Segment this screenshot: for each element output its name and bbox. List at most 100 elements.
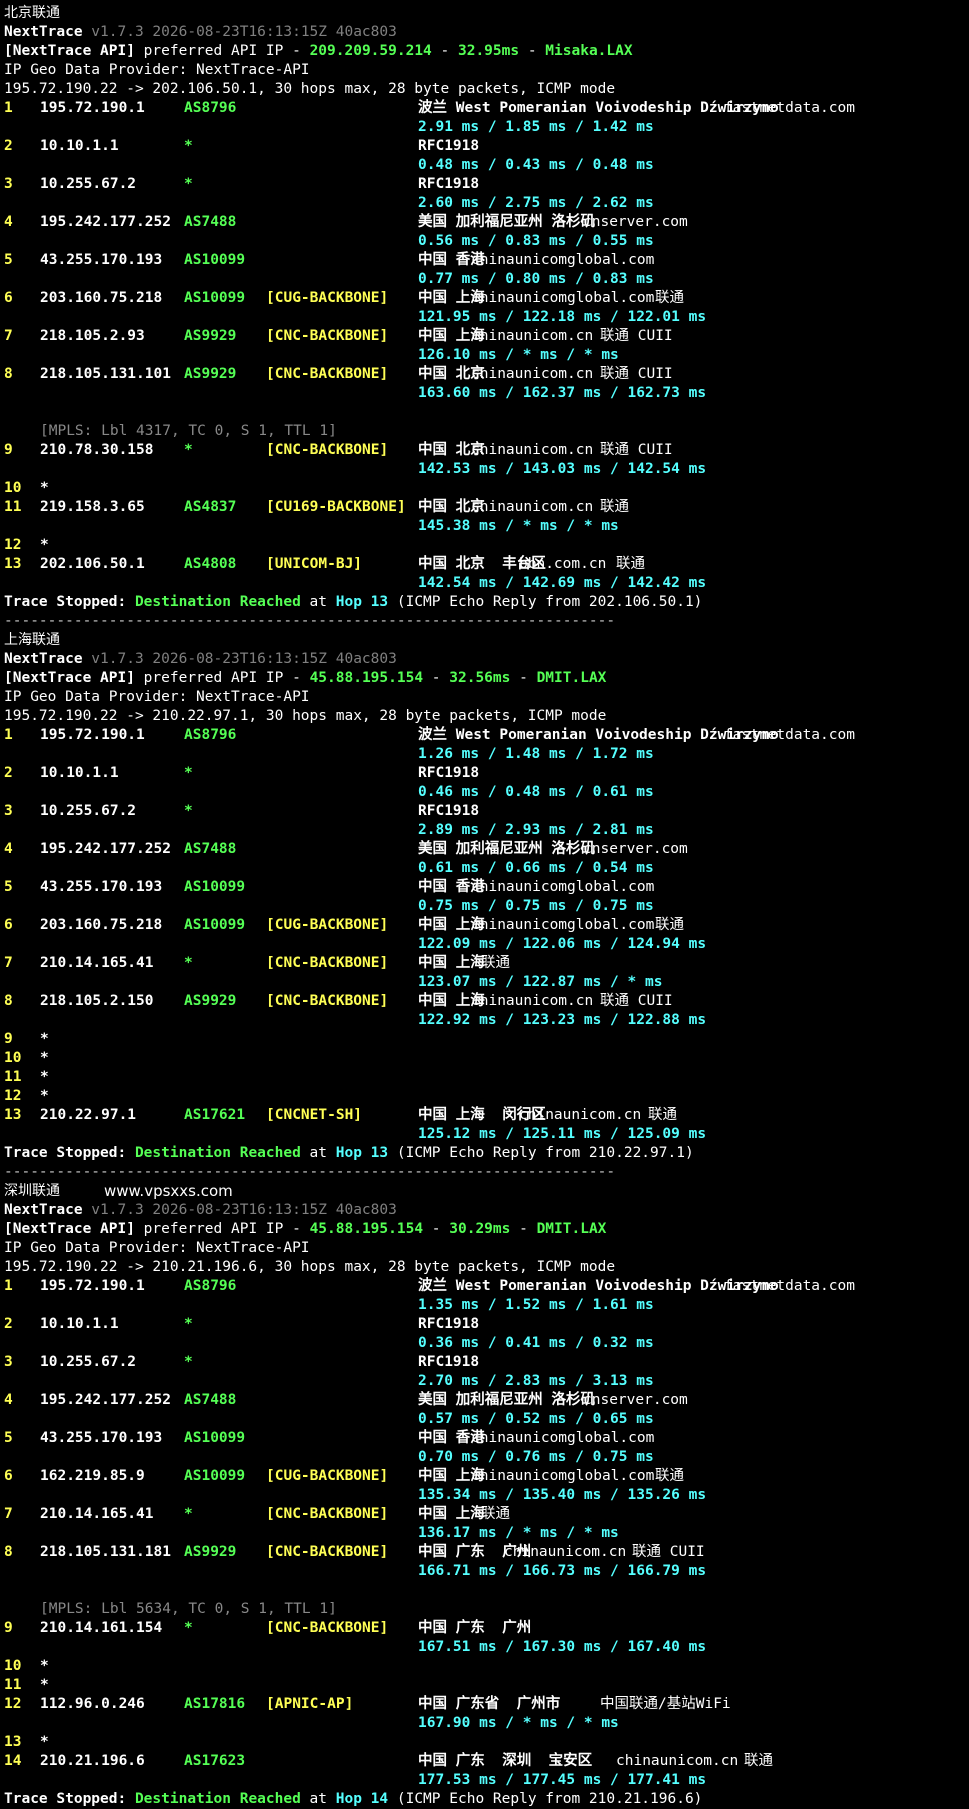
hop-isp: 联通 CUII: [632, 1544, 705, 1560]
hop-domain: chinaunicomglobal.com: [471, 917, 655, 933]
hop-row: 6 203.160.75.218 AS10099 [CUG-BACKBONE] 中国 上…: [4, 916, 969, 935]
hop-rtt: 163.60 ms / 162.37 ms / 162.73 ms: [418, 385, 707, 401]
hop-rtt: 166.71 ms / 166.73 ms / 166.79 ms: [418, 1563, 707, 1579]
hop-domain: cnserver.com: [583, 1392, 688, 1408]
hop-ip: 43.255.170.193: [40, 252, 163, 268]
hop-asn: AS4837: [184, 499, 237, 515]
hop-timeout: *: [40, 1677, 49, 1693]
hop-ip: 195.72.190.1: [40, 727, 145, 743]
hop-row: 11 219.158.3.65 AS4837 [CU169-BACKBONE] 中国 北…: [4, 498, 969, 517]
hop-asn: *: [184, 955, 193, 971]
hop-domain: chinaunicomglobal.com: [471, 252, 655, 268]
hop-row: 4 195.242.177.252 AS7488 美国 加利福尼亚州 洛杉矶 cnser…: [4, 213, 969, 232]
hop-row: 5 43.255.170.193 AS10099 中国 香港 chinaunicomgl…: [4, 878, 969, 897]
hop-domain: chinaunicom.cn: [471, 499, 594, 515]
stop-prefix: Trace Stopped:: [4, 1791, 135, 1807]
hop-geo: 中国 广东省 广州市: [418, 1696, 561, 1712]
api-prefix: [NextTrace API]: [4, 1221, 135, 1237]
hop-asn: AS8796: [184, 100, 237, 116]
hop-row: 1 195.72.190.1 AS8796 波兰 West Pomeranian Vo…: [4, 726, 969, 745]
hop-ttl: 8: [4, 366, 13, 382]
hop-ip: 203.160.75.218: [40, 917, 163, 933]
hop-ttl: 3: [4, 1354, 13, 1370]
hop-row-timeout: 10 *: [4, 1657, 969, 1676]
hop-asn: AS10099: [184, 252, 246, 268]
hop-asn: AS10099: [184, 917, 246, 933]
version-line: NextTrace v1.7.3 2026-08-23T16:13:15Z 40…: [4, 23, 969, 42]
hop-rtt: 0.77 ms / 0.80 ms / 0.83 ms: [418, 271, 654, 287]
hop-ip: 195.242.177.252: [40, 1392, 171, 1408]
api-node: DMIT.LAX: [536, 670, 607, 686]
hop-ttl: 2: [4, 138, 13, 154]
hop-row-timeout: 13 *: [4, 1733, 969, 1752]
hop-ttl: 12: [4, 537, 22, 553]
hop-rtt: 2.60 ms / 2.75 ms / 2.62 ms: [418, 195, 654, 211]
hop-backbone: [CNC-BACKBONE]: [266, 366, 389, 382]
hop-backbone: [CNC-BACKBONE]: [266, 328, 389, 344]
hop-domain: chinaunicomglobal.com: [471, 879, 655, 895]
spacer-row: [4, 1581, 969, 1600]
hop-asn: AS10099: [184, 879, 246, 895]
hop-ip: 210.14.165.41: [40, 955, 154, 971]
hop-rtt: 122.09 ms / 122.06 ms / 124.94 ms: [418, 936, 707, 952]
hop-timeout: *: [40, 1031, 49, 1047]
hop-rtt-row: 142.54 ms / 142.69 ms / 142.42 ms: [4, 574, 969, 593]
geo-provider-line: IP Geo Data Provider: NextTrace-API: [4, 688, 969, 707]
hop-ip: 112.96.0.246: [40, 1696, 145, 1712]
hop-ttl: 9: [4, 1031, 13, 1047]
geo-provider-line: IP Geo Data Provider: NextTrace-API: [4, 61, 969, 80]
hop-isp: 联通 CUII: [600, 328, 673, 344]
hop-asn: AS8796: [184, 1278, 237, 1294]
hop-row: 3 10.255.67.2 * RFC1918: [4, 175, 969, 194]
hop-ip: 210.21.196.6: [40, 1753, 145, 1769]
hop-rtt-row: 2.91 ms / 1.85 ms / 1.42 ms: [4, 118, 969, 137]
hop-asn: AS7488: [184, 1392, 237, 1408]
api-ip: 45.88.195.154: [309, 1221, 424, 1237]
api-prefix: [NextTrace API]: [4, 670, 135, 686]
hop-geo: 中国 广东 深圳 宝安区: [418, 1753, 593, 1769]
hop-rtt-row: 177.53 ms / 177.45 ms / 177.41 ms: [4, 1771, 969, 1790]
hop-ttl: 5: [4, 879, 13, 895]
hop-row-timeout: 10 *: [4, 479, 969, 498]
hop-asn: AS4808: [184, 556, 237, 572]
hop-rtt: 142.54 ms / 142.69 ms / 142.42 ms: [418, 575, 707, 591]
hop-row: 14 210.21.196.6 AS17623 中国 广东 深圳 宝安区 chinaun…: [4, 1752, 969, 1771]
hop-geo: 中国 上海: [418, 955, 485, 971]
hop-ip: 218.105.2.150: [40, 993, 154, 1009]
hop-geo: RFC1918: [418, 1316, 480, 1332]
hop-ip: 10.255.67.2: [40, 803, 137, 819]
hop-domain: chinaunicom.cn: [519, 1107, 642, 1123]
hop-ttl: 10: [4, 1658, 22, 1674]
hop-asn: AS10099: [184, 1468, 246, 1484]
hop-rtt: 0.56 ms / 0.83 ms / 0.55 ms: [418, 233, 654, 249]
hop-row: 8 218.105.2.150 AS9929 [CNC-BACKBONE] 中国 上海 c…: [4, 992, 969, 1011]
hop-ttl: 1: [4, 1278, 13, 1294]
stop-detail: (ICMP Echo Reply from 210.21.196.6): [388, 1791, 703, 1807]
hop-ip: 10.255.67.2: [40, 1354, 137, 1370]
hop-row: 6 203.160.75.218 AS10099 [CUG-BACKBONE] 中国 上…: [4, 289, 969, 308]
hop-asn: AS7488: [184, 841, 237, 857]
stop-at: at: [300, 1145, 336, 1161]
hop-asn: *: [184, 1354, 193, 1370]
hop-ttl: 11: [4, 499, 22, 515]
hop-rtt-row: 126.10 ms / * ms / * ms: [4, 346, 969, 365]
api-prefix: [NextTrace API]: [4, 43, 135, 59]
hop-isp: 联通 CUII: [600, 366, 673, 382]
hop-rtt: 0.57 ms / 0.52 ms / 0.65 ms: [418, 1411, 654, 1427]
hop-row: 8 218.105.131.101 AS9929 [CNC-BACKBONE] 中国 北…: [4, 365, 969, 384]
hop-asn: *: [184, 176, 193, 192]
hop-backbone: [CNC-BACKBONE]: [266, 442, 389, 458]
stop-at: at: [300, 1791, 336, 1807]
hop-backbone: [CU169-BACKBONE]: [266, 499, 406, 515]
hop-row-timeout: 10 *: [4, 1049, 969, 1068]
hop-ip: 202.106.50.1: [40, 556, 145, 572]
section-title: 北京联通: [4, 4, 969, 23]
hop-rtt-row: 122.09 ms / 122.06 ms / 124.94 ms: [4, 935, 969, 954]
hop-row: 2 10.10.1.1 * RFC1918: [4, 137, 969, 156]
hop-rtt-row: 2.89 ms / 2.93 ms / 2.81 ms: [4, 821, 969, 840]
hop-geo: RFC1918: [418, 138, 480, 154]
hop-ip: 162.219.85.9: [40, 1468, 145, 1484]
hop-domain: cnserver.com: [583, 214, 688, 230]
stop-status: Destination Reached: [134, 1791, 301, 1807]
hop-asn: AS17621: [184, 1107, 246, 1123]
